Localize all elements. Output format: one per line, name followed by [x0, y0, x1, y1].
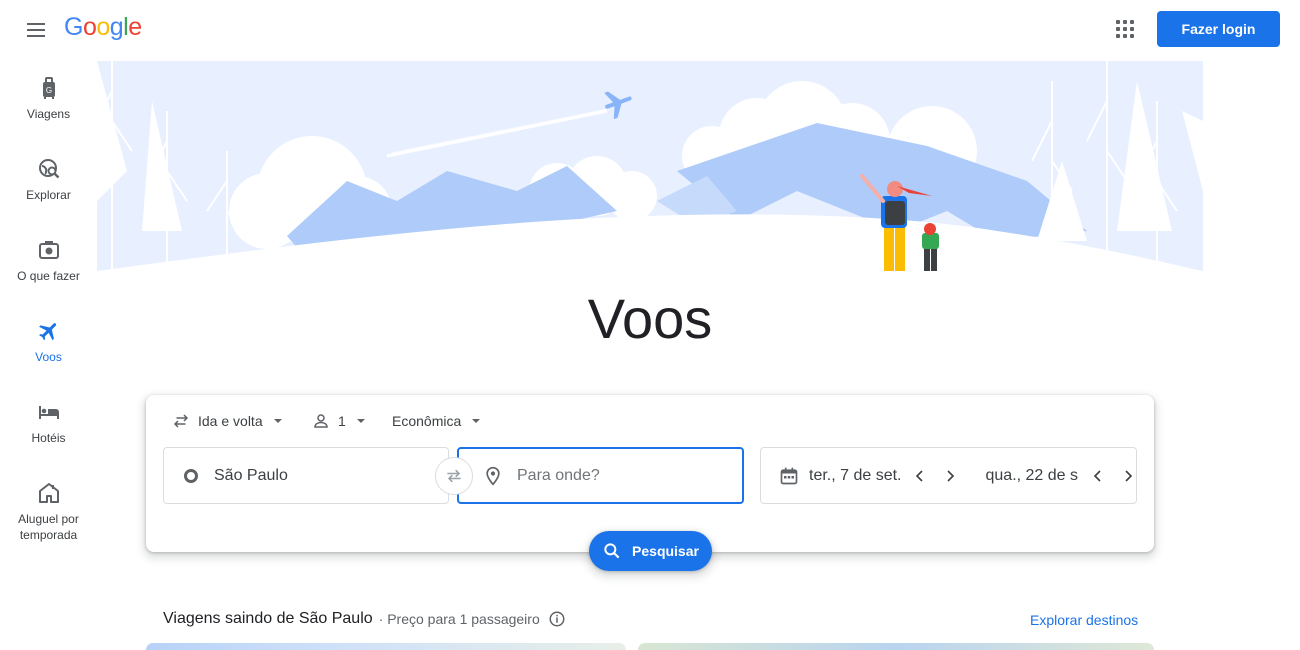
house-icon — [38, 483, 59, 503]
departure-date-value: ter., 7 de set. — [809, 466, 902, 484]
globe-search-icon — [38, 159, 59, 179]
person-icon — [314, 414, 328, 428]
passengers-select[interactable]: 1 — [312, 409, 366, 433]
sidebar-item-label: Voos — [35, 350, 62, 364]
sidebar-item-label: Aluguel por — [18, 512, 79, 526]
trip-type-select[interactable]: Ida e volta — [172, 409, 283, 433]
sidebar-item-hoteis[interactable]: Hotéis — [0, 400, 97, 446]
cabin-class-select[interactable]: Econômica — [392, 409, 481, 433]
sidebar-item-o-que-fazer[interactable]: O que fazer — [0, 238, 97, 284]
cabin-class-label: Econômica — [392, 413, 462, 429]
sidebar-item-viagens[interactable]: G Viagens — [0, 76, 97, 122]
google-logo[interactable]: Google — [64, 13, 142, 42]
origin-circle-icon — [184, 468, 198, 483]
search-icon — [604, 543, 620, 559]
trips-section-header: Viagens saindo de São Paulo · Preço para… — [163, 610, 566, 628]
destination-placeholder: Para onde? — [517, 466, 600, 484]
destination-field[interactable]: Para onde? — [457, 447, 744, 504]
round-trip-icon — [173, 414, 189, 428]
chevron-right-icon[interactable] — [938, 464, 962, 488]
calendar-icon — [780, 467, 798, 484]
destination-card-preview[interactable] — [146, 643, 626, 650]
chevron-right-icon[interactable] — [1116, 464, 1140, 488]
return-date-value: qua., 22 de s — [985, 466, 1079, 484]
bed-icon — [38, 406, 59, 419]
hero-illustration — [97, 61, 1203, 301]
flight-search-card: Ida e volta 1 Econômica São Paulo Para o… — [146, 395, 1154, 552]
page-title: Voos — [587, 287, 713, 350]
passenger-count: 1 — [338, 413, 346, 429]
sidebar-item-aluguel[interactable]: Aluguel por temporada — [0, 481, 97, 543]
trip-type-label: Ida e volta — [198, 413, 263, 429]
sidebar-item-label: Viagens — [26, 107, 71, 121]
origin-value: São Paulo — [214, 466, 288, 484]
logo-letter: o — [82, 13, 97, 41]
departure-date[interactable]: ter., 7 de set. — [779, 448, 962, 503]
sidebar-item-label: Explorar — [26, 188, 71, 202]
logo-letter: g — [109, 13, 124, 41]
luggage-icon: G — [42, 77, 55, 99]
logo-letter: G — [64, 13, 83, 41]
camera-icon — [38, 241, 59, 259]
location-pin-icon — [486, 466, 500, 486]
search-button-label: Pesquisar — [632, 543, 699, 559]
sidebar-item-label: Hotéis — [31, 431, 66, 445]
dates-field[interactable]: ter., 7 de set. qua., 22 de s — [760, 447, 1137, 504]
logo-letter: o — [96, 13, 110, 41]
sidebar-item-explorar[interactable]: Explorar — [0, 157, 97, 203]
sidebar-item-label: temporada — [19, 528, 78, 542]
trips-subtitle: · Preço para 1 passageiro — [378, 611, 540, 627]
swap-arrows-icon — [447, 469, 461, 483]
info-icon[interactable] — [548, 610, 566, 628]
hamburger-menu-icon[interactable] — [22, 16, 50, 44]
origin-field[interactable]: São Paulo — [163, 447, 449, 504]
swap-locations-button[interactable] — [435, 457, 473, 495]
svg-text:G: G — [45, 86, 51, 95]
apps-grid-icon[interactable] — [1112, 16, 1138, 42]
trips-title: Viagens saindo de São Paulo — [163, 610, 373, 627]
caret-down-icon — [472, 419, 481, 423]
chevron-left-icon[interactable] — [1086, 464, 1110, 488]
return-date[interactable]: qua., 22 de s — [986, 448, 1140, 503]
caret-down-icon — [273, 419, 282, 423]
logo-letter: e — [128, 13, 142, 41]
sidebar-item-label: O que fazer — [17, 269, 80, 283]
top-bar: Google Fazer login — [0, 0, 1300, 60]
explore-destinations-link[interactable]: Explorar destinos — [1030, 612, 1138, 628]
chevron-left-icon[interactable] — [908, 464, 932, 488]
search-button[interactable]: Pesquisar — [589, 531, 712, 571]
caret-down-icon — [356, 419, 365, 423]
map-preview[interactable] — [638, 643, 1154, 650]
login-button[interactable]: Fazer login — [1157, 11, 1280, 47]
